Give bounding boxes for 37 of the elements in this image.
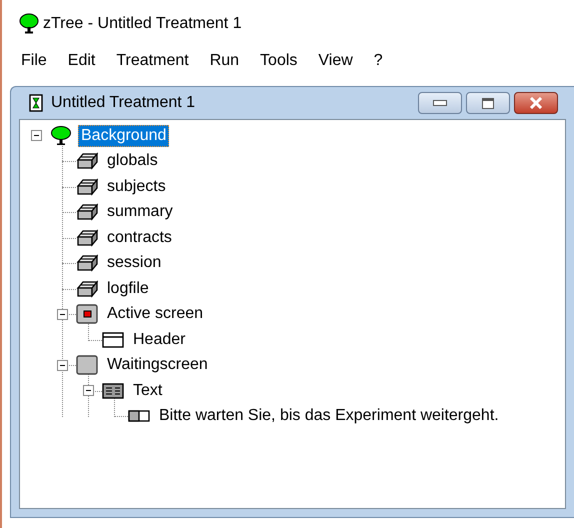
tree-icon (19, 13, 39, 35)
tree-item[interactable]: summary (104, 201, 176, 224)
collapse-button[interactable] (56, 308, 68, 320)
menu-item[interactable]: Run (198, 52, 250, 70)
tree-item[interactable]: Active screen (104, 303, 206, 326)
tree-item[interactable]: session (104, 252, 164, 274)
menu-item[interactable]: Treatment (105, 52, 199, 70)
menu-item[interactable]: Edit (56, 52, 106, 70)
screen-icon (76, 304, 98, 324)
collapse-button[interactable] (82, 385, 94, 396)
document-title: Untitled Treatment 1 (51, 94, 196, 112)
restore-button[interactable] (466, 92, 510, 114)
window-icon (102, 332, 124, 348)
square-icon (76, 355, 98, 376)
window-title: zTree - Untitled Treatment 1 (43, 15, 242, 33)
tree-item[interactable]: Text (130, 380, 166, 402)
tree-icon (50, 126, 72, 146)
tree-item[interactable]: Header (130, 328, 188, 351)
tree-item[interactable]: Waitingscreen (104, 354, 211, 376)
tree-item[interactable]: Background (78, 124, 170, 147)
collapse-button[interactable] (56, 360, 68, 371)
collapse-button[interactable] (30, 130, 42, 142)
tree-item[interactable]: Bitte warten Sie, bis das Experiment weitergeht. (156, 405, 502, 428)
tree-item[interactable]: logfile (104, 278, 152, 300)
menu-item[interactable]: Tools (249, 52, 308, 70)
item-icon (128, 410, 150, 422)
document-icon (29, 94, 43, 112)
minimize-button[interactable] (418, 92, 462, 114)
close-icon (529, 97, 543, 109)
close-button[interactable] (514, 92, 558, 114)
menu-item[interactable]: ? (362, 52, 393, 70)
text-box-icon (102, 382, 124, 399)
tree-item[interactable]: contracts (104, 226, 175, 249)
tree-item[interactable]: subjects (104, 176, 169, 198)
menu-item[interactable]: View (307, 52, 363, 70)
menu-item[interactable]: File (10, 52, 57, 70)
tree-item[interactable]: globals (104, 150, 161, 172)
